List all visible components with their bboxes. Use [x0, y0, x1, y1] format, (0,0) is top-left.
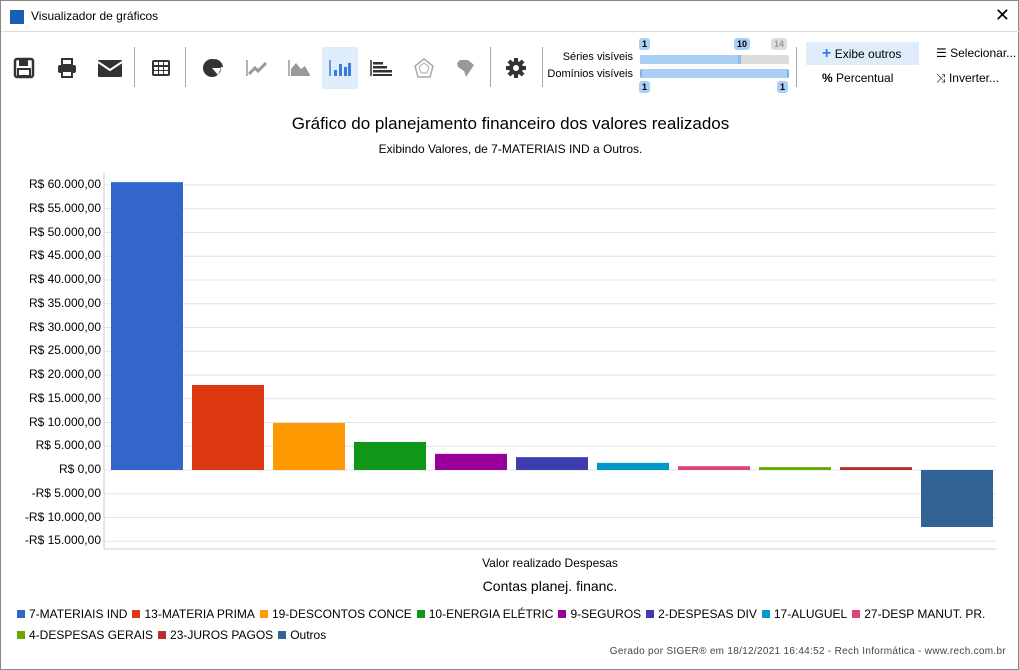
bar-Outros[interactable] [921, 470, 993, 527]
legend-item[interactable]: 10-ENERGIA ELÉTRIC [416, 604, 554, 625]
bar-23-JUROS PAGOS[interactable] [840, 467, 912, 470]
legend-swatch [278, 631, 287, 639]
legend-swatch [259, 610, 268, 618]
legend-swatch [646, 610, 655, 618]
bar-2-DESPESAS DIV[interactable] [516, 457, 588, 470]
legend-item[interactable]: 17-ALUGUEL [761, 604, 848, 625]
legend-item[interactable]: 9-SEGUROS [558, 604, 641, 625]
legend-swatch [17, 610, 25, 618]
legend-item[interactable]: 27-DESP MANUT. PR. [852, 604, 985, 625]
legend-label: 4-DESPESAS GERAIS [29, 628, 154, 642]
legend-label: 23-JUROS PAGOS [170, 628, 274, 642]
legend-label: 13-MATERIA PRIMA [144, 607, 255, 621]
legend-swatch [416, 610, 425, 618]
bar-10-ENERGIA ELÉTRIC[interactable] [354, 441, 426, 470]
bar-9-SEGUROS[interactable] [435, 453, 507, 470]
legend-label: 2-DESPESAS DIV [658, 607, 757, 621]
legend-item[interactable]: 2-DESPESAS DIV [646, 604, 757, 625]
legend-label: 27-DESP MANUT. PR. [864, 607, 986, 621]
legend-label: 10-ENERGIA ELÉTRIC [428, 607, 554, 621]
legend-swatch [158, 631, 167, 639]
legend-label: 17-ALUGUEL [773, 607, 848, 621]
x-axis-label: Contas planej. financ. [482, 578, 618, 594]
category-label: Valor realizado Despesas [482, 556, 618, 570]
bar-17-ALUGUEL[interactable] [597, 462, 669, 470]
legend-label: 19-DESCONTOS CONCE [271, 607, 412, 621]
legend-item[interactable]: 4-DESPESAS GERAIS [17, 625, 153, 646]
legend-label: Outros [290, 628, 327, 642]
legend-swatch [761, 610, 770, 618]
legend-swatch [852, 610, 861, 618]
bar-19-DESCONTOS CONCE[interactable] [273, 422, 345, 470]
legend: 7-MATERIAIS IND 13-MATERIA PRIMA 19-DESCON… [17, 604, 1017, 646]
bar-4-DESPESAS GERAIS[interactable] [759, 467, 831, 470]
chart-plot [103, 173, 996, 550]
legend-item[interactable]: 7-MATERIAIS IND [17, 604, 127, 625]
legend-item[interactable]: 19-DESCONTOS CONCE [259, 604, 412, 625]
legend-label: 9-SEGUROS [570, 607, 642, 621]
legend-item[interactable]: Outros [278, 625, 326, 646]
legend-swatch [132, 610, 141, 618]
legend-item[interactable]: 13-MATERIA PRIMA [132, 604, 255, 625]
legend-item[interactable]: 23-JUROS PAGOS [158, 625, 273, 646]
footer: Gerado por SIGER® em 18/12/2021 16:44:52… [609, 646, 1006, 657]
legend-label: 7-MATERIAIS IND [29, 607, 128, 621]
legend-swatch [558, 610, 567, 618]
bar-13-MATERIA PRIMA[interactable] [192, 384, 264, 470]
bar-7-MATERIAIS IND[interactable] [111, 182, 183, 470]
legend-swatch [17, 631, 25, 639]
bar-27-DESP MANUT. PR.[interactable] [678, 466, 750, 470]
